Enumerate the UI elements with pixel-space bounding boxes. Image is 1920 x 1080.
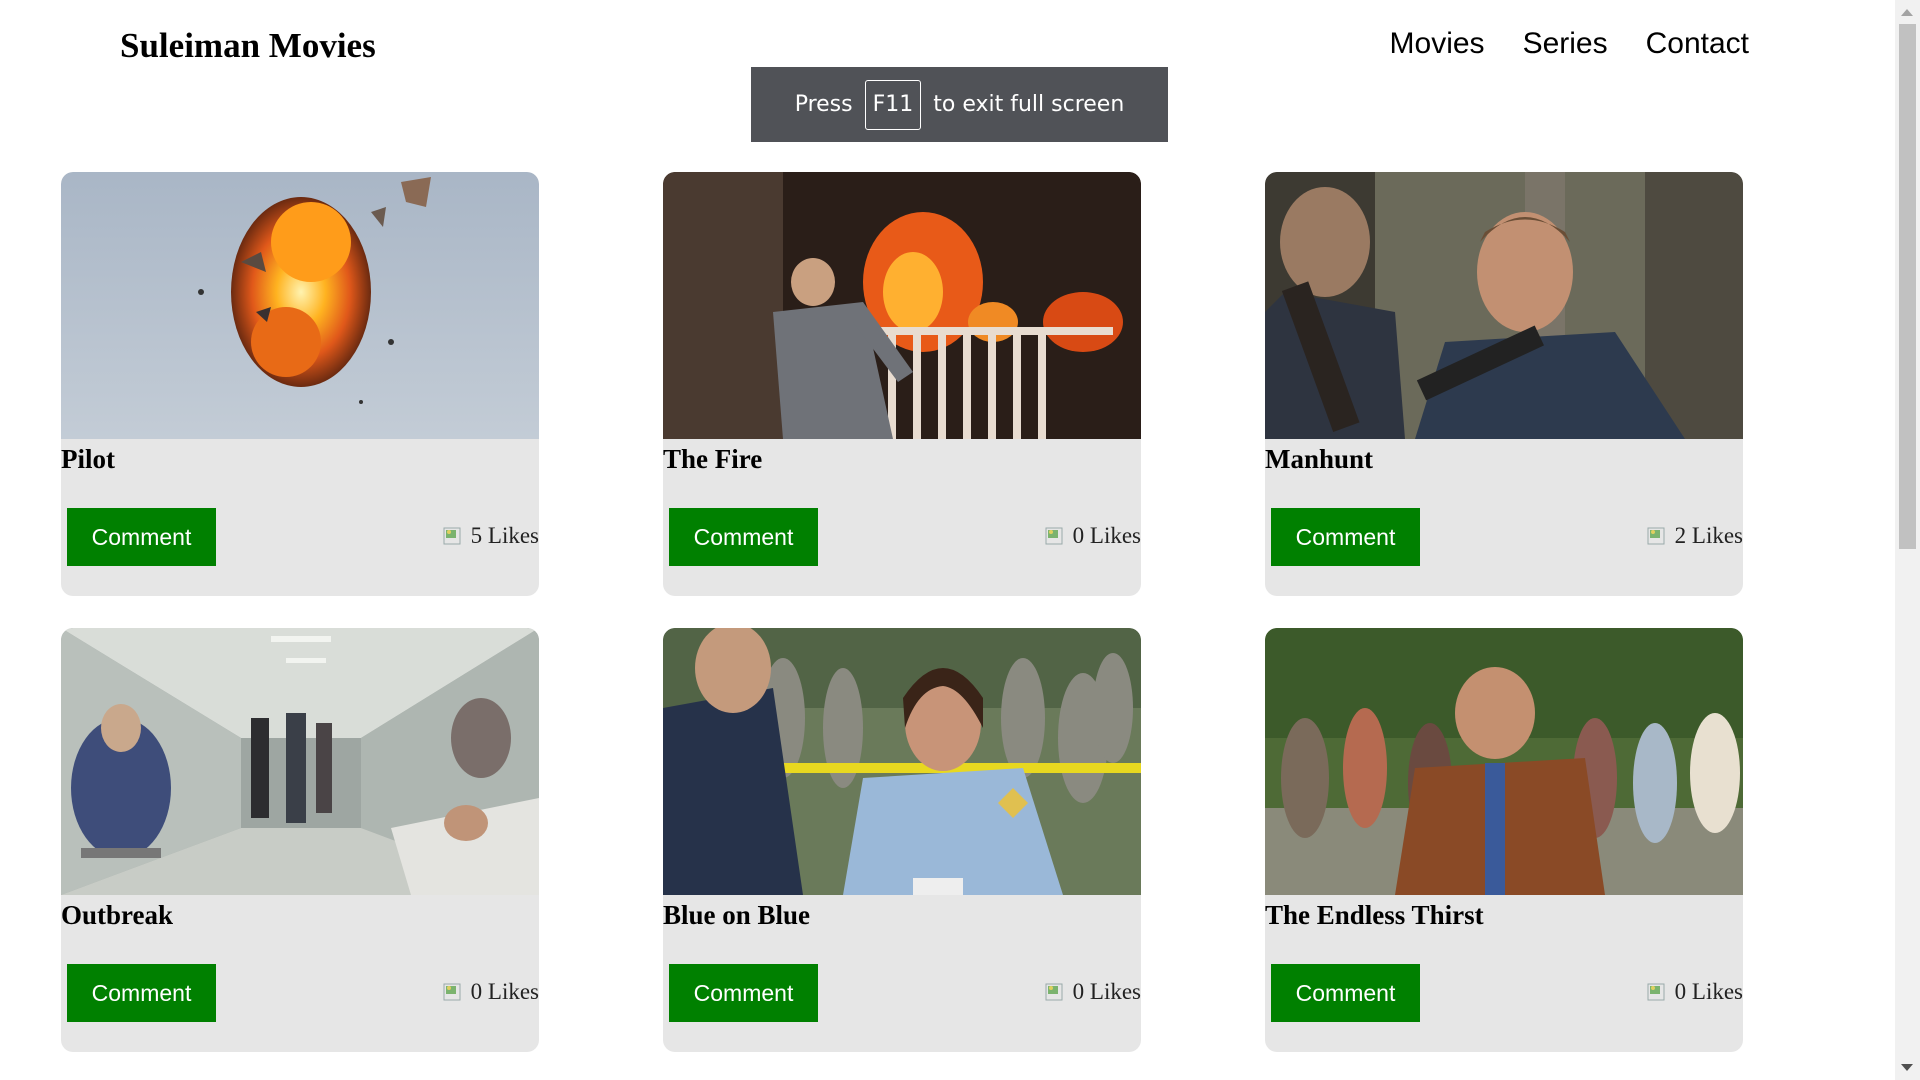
episode-thumbnail-manhunt	[1265, 172, 1743, 439]
episode-thumbnail-explosion	[61, 172, 539, 439]
episode-card: Pilot Comment 5 Likes	[61, 172, 539, 596]
broken-image-icon[interactable]	[1045, 981, 1067, 1003]
episode-title: The Fire	[663, 444, 763, 474]
likes-counter[interactable]: 2 Likes	[1647, 523, 1743, 549]
episode-card: The Endless Thirst Comment 0 Likes	[1265, 628, 1743, 1052]
broken-image-icon[interactable]	[1045, 525, 1067, 547]
broken-image-icon[interactable]	[443, 525, 465, 547]
scroll-down-arrow-icon[interactable]	[1901, 1064, 1913, 1071]
likes-count: 0 Likes	[1674, 979, 1743, 1004]
broken-image-icon[interactable]	[1647, 525, 1669, 547]
fullscreen-notice-prefix: Press	[794, 92, 853, 117]
site-brand[interactable]: Suleiman Movies	[120, 26, 376, 66]
likes-counter[interactable]: 0 Likes	[1647, 979, 1743, 1005]
episode-title: The Endless Thirst	[1265, 900, 1484, 930]
episode-thumbnail-endless-thirst	[1265, 628, 1743, 895]
likes-counter[interactable]: 0 Likes	[1045, 979, 1141, 1005]
episode-card: Manhunt Comment 2 Likes	[1265, 172, 1743, 596]
page-scrollbar[interactable]	[1895, 0, 1920, 1080]
comment-button[interactable]: Comment	[1271, 508, 1420, 566]
broken-image-icon[interactable]	[1647, 981, 1669, 1003]
main-nav: Movies Series Contact	[1390, 27, 1749, 61]
likes-count: 5 Likes	[470, 523, 539, 548]
scroll-up-arrow-icon[interactable]	[1901, 9, 1913, 16]
likes-count: 0 Likes	[1072, 979, 1141, 1004]
likes-counter[interactable]: 5 Likes	[443, 523, 539, 549]
comment-button[interactable]: Comment	[669, 508, 818, 566]
episode-card: Blue on Blue Comment 0 Likes	[663, 628, 1141, 1052]
nav-series[interactable]: Series	[1523, 27, 1608, 61]
broken-image-icon[interactable]	[443, 981, 465, 1003]
likes-counter[interactable]: 0 Likes	[443, 979, 539, 1005]
episode-thumbnail-fire	[663, 172, 1141, 439]
comment-button[interactable]: Comment	[669, 964, 818, 1022]
episode-title: Blue on Blue	[663, 900, 811, 930]
episode-card: Outbreak Comment 0 Likes	[61, 628, 539, 1052]
comment-button[interactable]: Comment	[67, 964, 216, 1022]
scrollbar-thumb[interactable]	[1899, 24, 1916, 549]
episode-title: Pilot	[61, 444, 115, 474]
likes-count: 2 Likes	[1674, 523, 1743, 548]
episode-title: Outbreak	[61, 900, 174, 930]
nav-movies[interactable]: Movies	[1390, 27, 1485, 61]
comment-button[interactable]: Comment	[67, 508, 216, 566]
fullscreen-notice-suffix: to exit full screen	[933, 92, 1125, 117]
comment-button[interactable]: Comment	[1271, 964, 1420, 1022]
fullscreen-exit-notice: Press F11 to exit full screen	[751, 67, 1168, 142]
likes-count: 0 Likes	[470, 979, 539, 1004]
episode-thumbnail-blue-on-blue	[663, 628, 1141, 895]
likes-counter[interactable]: 0 Likes	[1045, 523, 1141, 549]
episode-card: The Fire Comment 0 Likes	[663, 172, 1141, 596]
fullscreen-key-badge: F11	[864, 79, 922, 130]
likes-count: 0 Likes	[1072, 523, 1141, 548]
nav-contact[interactable]: Contact	[1646, 27, 1749, 61]
episode-thumbnail-outbreak	[61, 628, 539, 895]
episode-title: Manhunt	[1265, 444, 1374, 474]
